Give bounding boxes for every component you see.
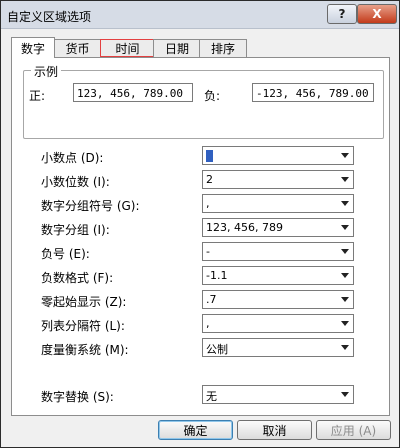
measurement-system-label: 度量衡系统 (M): xyxy=(41,343,129,357)
decimal-symbol-label: 小数点 (D): xyxy=(41,151,104,165)
help-icon: ? xyxy=(338,7,346,21)
chevron-down-icon xyxy=(341,321,349,326)
list-separator-select[interactable]: , xyxy=(202,314,354,333)
decimal-digits-label: 小数位数 (I): xyxy=(41,175,110,189)
chevron-down-icon xyxy=(341,201,349,206)
positive-sample-field: 123, 456, 789.00 xyxy=(73,83,193,102)
tab-date[interactable]: 日期 xyxy=(153,39,201,57)
selection-highlight xyxy=(206,150,213,162)
digit-substitution-select[interactable]: 无 xyxy=(202,385,354,404)
negative-label: 负: xyxy=(204,89,221,103)
chevron-down-icon xyxy=(341,153,349,158)
decimal-digits-select[interactable]: 2 xyxy=(202,170,354,189)
digit-substitution-label: 数字替换 (S): xyxy=(41,390,114,404)
list-separator-label: 列表分隔符 (L): xyxy=(41,319,125,333)
negative-format-select[interactable]: -1.1 xyxy=(202,266,354,285)
ok-button[interactable]: 确定 xyxy=(158,420,233,440)
leading-zero-select[interactable]: .7 xyxy=(202,290,354,309)
tab-currency[interactable]: 货币 xyxy=(53,39,102,57)
sample-group xyxy=(23,70,384,139)
negative-sign-select[interactable]: - xyxy=(202,242,354,261)
leading-zero-label: 零起始显示 (Z): xyxy=(41,295,127,309)
cancel-button[interactable]: 取消 xyxy=(237,420,312,440)
tab-time[interactable]: 时间 xyxy=(100,39,155,57)
chevron-down-icon xyxy=(341,249,349,254)
positive-label: 正: xyxy=(29,89,46,103)
help-button[interactable]: ? xyxy=(327,4,357,24)
chevron-down-icon xyxy=(341,392,349,397)
tab-sort[interactable]: 排序 xyxy=(199,39,247,57)
negative-sample-field: -123, 456, 789.00 xyxy=(252,83,374,102)
decimal-symbol-value xyxy=(206,149,213,162)
decimal-symbol-select[interactable] xyxy=(202,146,354,165)
chevron-down-icon xyxy=(341,273,349,278)
chevron-down-icon xyxy=(341,345,349,350)
chevron-down-icon xyxy=(341,297,349,302)
tab-number[interactable]: 数字 xyxy=(11,37,55,58)
apply-button[interactable]: 应用 (A) xyxy=(316,420,391,440)
chevron-down-icon xyxy=(341,177,349,182)
digit-grouping-label: 数字分组 (I): xyxy=(41,223,110,237)
negative-format-label: 负数格式 (F): xyxy=(41,271,114,285)
dialog-window: 自定义区域选项 ? X 数字 货币 时间 日期 排序 示例 正: 123, 45… xyxy=(0,0,400,448)
sample-legend: 示例 xyxy=(31,63,62,80)
window-title: 自定义区域选项 xyxy=(7,10,92,24)
close-icon: X xyxy=(372,7,382,21)
close-button[interactable]: X xyxy=(357,4,397,24)
digit-grouping-symbol-label: 数字分组符号 (G): xyxy=(41,199,140,213)
measurement-system-select[interactable]: 公制 xyxy=(202,338,354,357)
negative-sign-label: 负号 (E): xyxy=(41,247,90,261)
title-bar: 自定义区域选项 ? X xyxy=(1,1,399,29)
chevron-down-icon xyxy=(341,225,349,230)
digit-grouping-select[interactable]: 123, 456, 789 xyxy=(202,218,354,237)
digit-grouping-symbol-select[interactable]: , xyxy=(202,194,354,213)
